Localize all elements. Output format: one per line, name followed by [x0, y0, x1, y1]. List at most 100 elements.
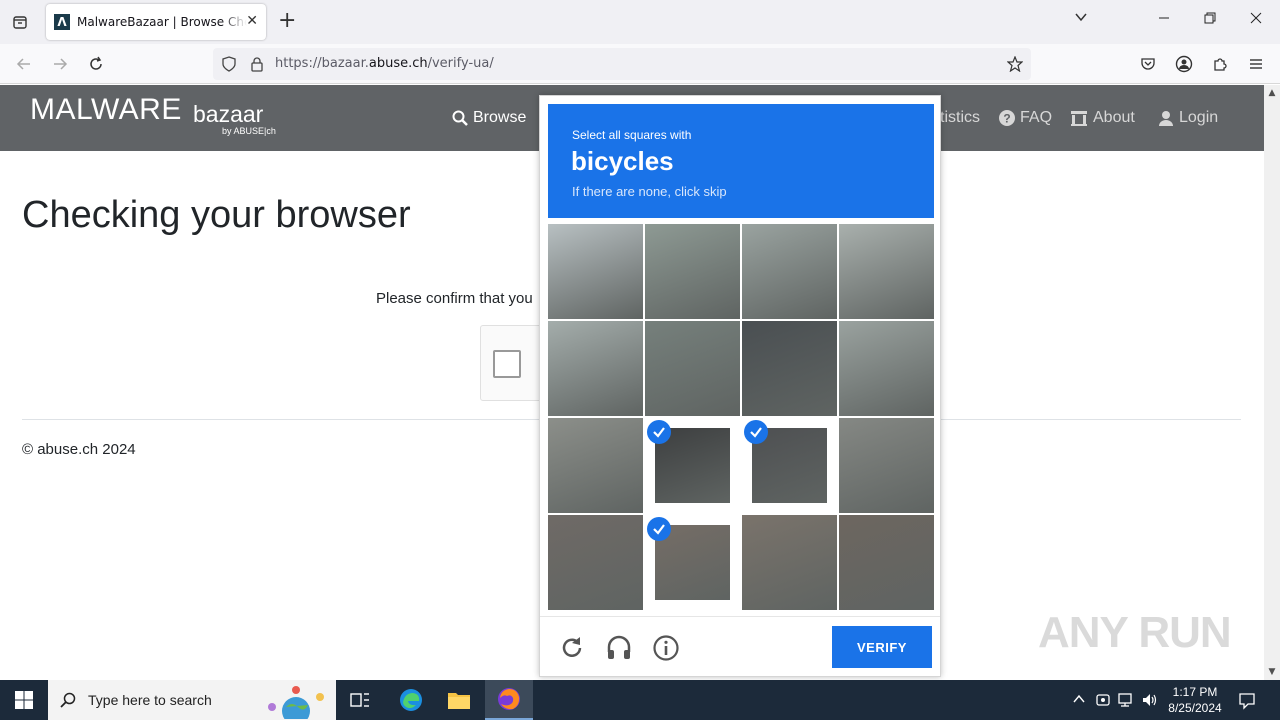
restore-button[interactable] [1204, 10, 1216, 28]
captcha-tile[interactable] [645, 418, 740, 513]
tab-overflow-chevron-icon[interactable] [1074, 10, 1088, 28]
nav-browse[interactable]: Browse [452, 109, 526, 127]
bookmark-star-icon[interactable] [1007, 56, 1023, 72]
edge-app-button[interactable] [387, 680, 435, 720]
confirm-text: Please confirm that you [376, 290, 533, 307]
clock-date: 8/25/2024 [1168, 701, 1222, 715]
logo-bazaar[interactable]: bazaar [193, 101, 263, 128]
nav-login-label: Login [1179, 109, 1219, 126]
shield-icon[interactable] [221, 56, 237, 72]
folder-icon [448, 693, 470, 709]
captcha-tile[interactable] [645, 321, 740, 416]
captcha-tile[interactable] [839, 224, 934, 319]
taskbar-search[interactable]: Type here to search [48, 680, 336, 720]
question-icon: ? [999, 110, 1015, 126]
start-button[interactable] [0, 680, 48, 720]
tab-close-icon[interactable]: ✕ [246, 13, 258, 29]
captcha-target: bicycles [571, 146, 674, 176]
tab-list-icon [13, 16, 27, 29]
task-view-button[interactable] [336, 680, 384, 720]
scroll-down-icon[interactable]: ▼ [1264, 664, 1280, 680]
account-button[interactable] [1172, 52, 1196, 76]
nav-statistics[interactable]: tistics [940, 109, 980, 127]
captcha-tile-image [839, 224, 934, 319]
search-icon [452, 110, 468, 126]
captcha-tile[interactable] [742, 224, 837, 319]
meet-now-icon[interactable] [1095, 692, 1111, 712]
forward-arrow-icon [54, 58, 68, 70]
nav-login[interactable]: Login [1158, 109, 1218, 127]
captcha-image-grid [548, 224, 934, 610]
nav-browse-label: Browse [473, 109, 527, 126]
back-button[interactable] [12, 52, 36, 76]
malwarebazaar-favicon-icon: Λ [54, 14, 70, 30]
verify-button[interactable]: VERIFY [832, 626, 932, 668]
svg-text:?: ? [1003, 112, 1010, 126]
firefox-icon [498, 688, 520, 710]
logo-by-abuse: by ABUSE|ch [222, 126, 276, 136]
captcha-tile-image [742, 515, 837, 610]
nav-faq[interactable]: ? FAQ [999, 109, 1052, 127]
tab-strip: Λ MalwareBazaar | Browse Checking your b… [0, 0, 1280, 44]
captcha-tile-image [645, 224, 740, 319]
captcha-tile[interactable] [839, 321, 934, 416]
captcha-tile-image [645, 321, 740, 416]
captcha-tile[interactable] [548, 321, 643, 416]
captcha-header: Select all squares with bicycles If ther… [548, 104, 934, 218]
logo-malware[interactable]: MALWARE [30, 93, 182, 127]
audio-challenge-icon[interactable] [605, 634, 633, 662]
captcha-checkbox[interactable] [493, 350, 521, 378]
page-scrollbar[interactable]: ▲ ▼ [1264, 85, 1280, 680]
captcha-tile[interactable] [548, 515, 643, 610]
minimize-button[interactable] [1158, 10, 1170, 28]
captcha-tile[interactable] [839, 418, 934, 513]
browser-tab[interactable]: Λ MalwareBazaar | Browse Checking your b… [46, 4, 266, 40]
volume-icon[interactable] [1142, 692, 1158, 712]
captcha-tile[interactable] [548, 418, 643, 513]
reload-challenge-icon[interactable] [558, 634, 586, 662]
captcha-tile-image [548, 321, 643, 416]
captcha-tile[interactable] [742, 515, 837, 610]
captcha-tile[interactable] [548, 224, 643, 319]
forward-button[interactable] [48, 52, 72, 76]
search-highlight-globe-icon [268, 686, 324, 719]
network-icon[interactable] [1118, 692, 1136, 712]
captcha-tile[interactable] [645, 515, 740, 610]
captcha-tile-image [839, 321, 934, 416]
footer-copyright: © abuse.ch 2024 [22, 441, 136, 458]
nav-about[interactable]: About [1070, 109, 1135, 127]
menu-button[interactable] [1244, 52, 1268, 76]
scroll-up-icon[interactable]: ▲ [1264, 85, 1280, 101]
new-tab-button[interactable]: + [278, 10, 296, 32]
captcha-tile-image [548, 224, 643, 319]
captcha-tile[interactable] [645, 224, 740, 319]
reload-icon [90, 56, 102, 70]
reload-button[interactable] [84, 52, 108, 76]
pocket-button[interactable] [1136, 52, 1160, 76]
nav-faq-label: FAQ [1020, 109, 1053, 126]
pocket-icon [1141, 58, 1155, 70]
captcha-tile-image [839, 418, 934, 513]
url-text[interactable]: https://bazaar.abuse.ch/verify-ua/ [275, 56, 494, 71]
captcha-tile-image [548, 418, 643, 513]
close-window-button[interactable] [1250, 10, 1262, 28]
notification-center-icon[interactable] [1238, 692, 1256, 714]
lock-icon[interactable] [249, 56, 265, 72]
captcha-tile[interactable] [839, 515, 934, 610]
captcha-tile[interactable] [742, 321, 837, 416]
captcha-tile[interactable] [742, 418, 837, 513]
info-icon[interactable] [652, 634, 680, 662]
captcha-footer-divider [540, 616, 940, 617]
system-clock[interactable]: 1:17 PM 8/25/2024 [1160, 684, 1230, 716]
nav-about-label: About [1093, 109, 1135, 126]
checkmark-icon [647, 517, 671, 541]
file-explorer-button[interactable] [435, 680, 483, 720]
firefox-app-button[interactable] [485, 680, 533, 720]
address-bar[interactable]: https://bazaar.abuse.ch/verify-ua/ [213, 48, 1031, 80]
search-placeholder: Type here to search [88, 692, 212, 708]
tray-overflow-chevron-icon[interactable] [1072, 692, 1086, 710]
extensions-button[interactable] [1208, 52, 1232, 76]
tab-list-button[interactable] [6, 8, 34, 36]
navigation-toolbar: https://bazaar.abuse.ch/verify-ua/ [0, 44, 1280, 84]
puzzle-icon [1214, 58, 1227, 71]
